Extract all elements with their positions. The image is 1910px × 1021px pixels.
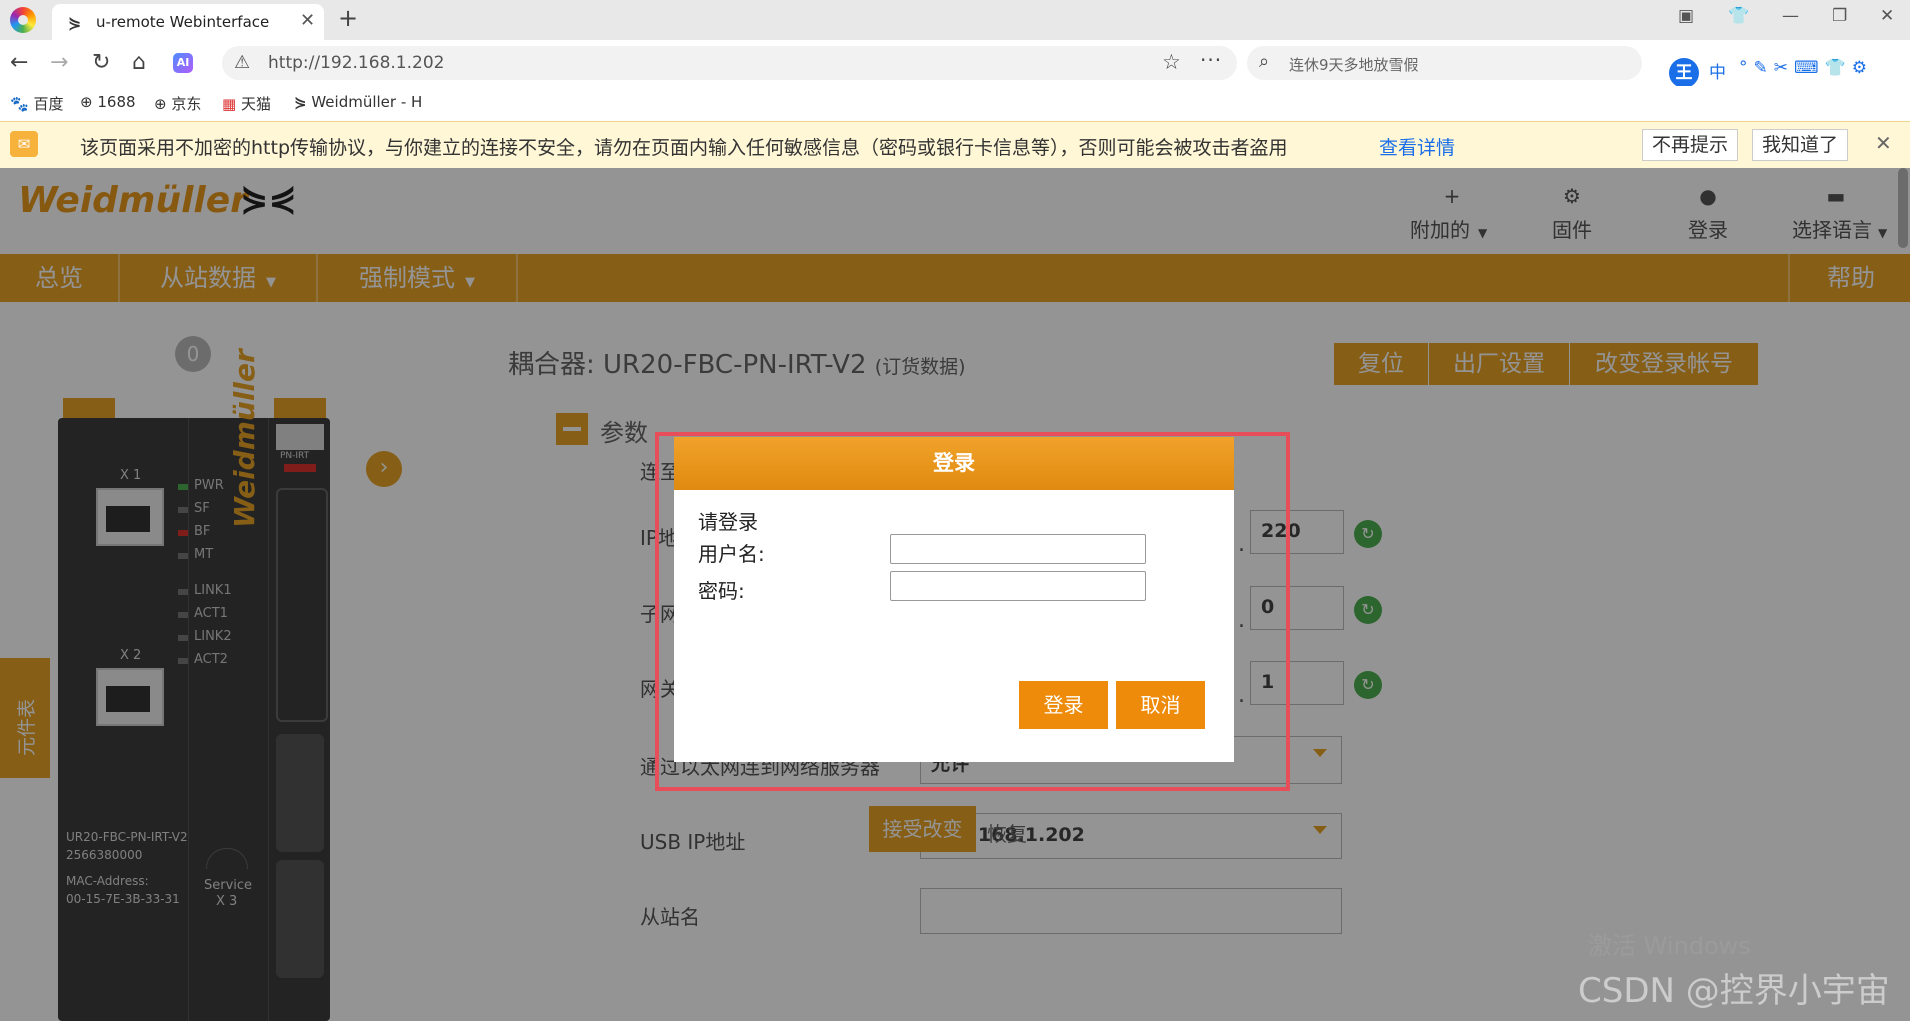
forward-icon[interactable]: → [50, 50, 68, 75]
browser-tab-bar: ⋟ u-remote Webinterface ✕ + ▣ 👕 — ❐ ✕ [0, 0, 1910, 40]
warning-close-icon[interactable]: ✕ [1875, 131, 1892, 155]
tab-title: u-remote Webinterface [96, 13, 270, 31]
search-hint[interactable]: 连休9天多地放雪假 [1289, 54, 1419, 75]
bookmark-star-icon[interactable]: ☆ [1162, 50, 1181, 74]
tab-close-icon[interactable]: ✕ [300, 10, 315, 31]
ime-lang-label[interactable]: 中 [1709, 58, 1732, 83]
ime-tools-icon[interactable]: °✎✂⌨👕⚙ [1739, 58, 1873, 78]
url-text[interactable]: http://192.168.1.202 [268, 53, 444, 73]
bookmarks-bar [0, 86, 1910, 120]
bookmark-jd[interactable]: ⊕ 京东 [154, 93, 201, 114]
globe-icon: ⊕ [154, 95, 167, 113]
dont-remind-button[interactable]: 不再提示 [1642, 129, 1739, 161]
bookmark-1688[interactable]: ⊕ 1688 [80, 93, 136, 111]
insecure-connection-icon[interactable]: ⚠ [234, 52, 250, 73]
warning-icon: ✉ [10, 131, 38, 157]
minimize-icon[interactable]: — [1782, 6, 1799, 26]
tmall-icon: ▦ [222, 95, 237, 113]
back-icon[interactable]: ← [10, 50, 28, 75]
bookmark-tmall[interactable]: ▦ 天猫 [222, 93, 271, 114]
new-tab-icon[interactable]: + [338, 4, 358, 32]
got-it-button[interactable]: 我知道了 [1752, 129, 1849, 161]
restore-icon[interactable]: ❐ [1832, 6, 1847, 26]
search-icon: ⌕ [1259, 51, 1270, 72]
home-icon[interactable]: ⌂ [132, 50, 146, 75]
globe-icon: ⊕ [80, 93, 93, 111]
more-options-icon[interactable]: ··· [1200, 48, 1222, 72]
bookmark-baidu[interactable]: 🐾 百度 [10, 93, 63, 114]
weidmuller-icon: ⋟ [294, 93, 307, 111]
baidu-paw-icon: 🐾 [10, 95, 29, 113]
ime-toolbar[interactable]: 中 °✎✂⌨👕⚙ [1665, 54, 1910, 84]
tab-list-icon[interactable]: ▣ [1678, 6, 1694, 26]
annotation-highlight-box [655, 432, 1290, 791]
browser-tab[interactable]: ⋟ u-remote Webinterface ✕ [52, 4, 324, 40]
reload-icon[interactable]: ↻ [92, 50, 110, 75]
ai-assistant-icon[interactable]: AI [173, 53, 193, 73]
windows-activation-watermark: 激活 Windows [1588, 932, 1751, 960]
csdn-watermark: CSDN @控界小宇宙 [1578, 971, 1890, 1011]
warning-text: 该页面采用不加密的http传输协议，与你建立的连接不安全，请勿在页面内输入任何敏… [80, 137, 1288, 159]
search-box[interactable]: ⌕ 连休9天多地放雪假 [1247, 46, 1642, 80]
window-close-icon[interactable]: ✕ [1880, 6, 1894, 26]
weidmuller-favicon-icon: ⋟ [68, 13, 82, 32]
view-details-link[interactable]: 查看详情 [1379, 133, 1455, 160]
security-warning-bar: ✉ 该页面采用不加密的http传输协议，与你建立的连接不安全，请勿在页面内输入任… [0, 121, 1910, 169]
browser-logo-icon[interactable] [10, 7, 36, 33]
bookmark-weidmuller[interactable]: ⋟ Weidmüller - H [294, 93, 422, 111]
url-bar[interactable]: ⚠ http://192.168.1.202 ☆ ··· [222, 46, 1237, 80]
skin-icon[interactable]: 👕 [1728, 6, 1749, 26]
